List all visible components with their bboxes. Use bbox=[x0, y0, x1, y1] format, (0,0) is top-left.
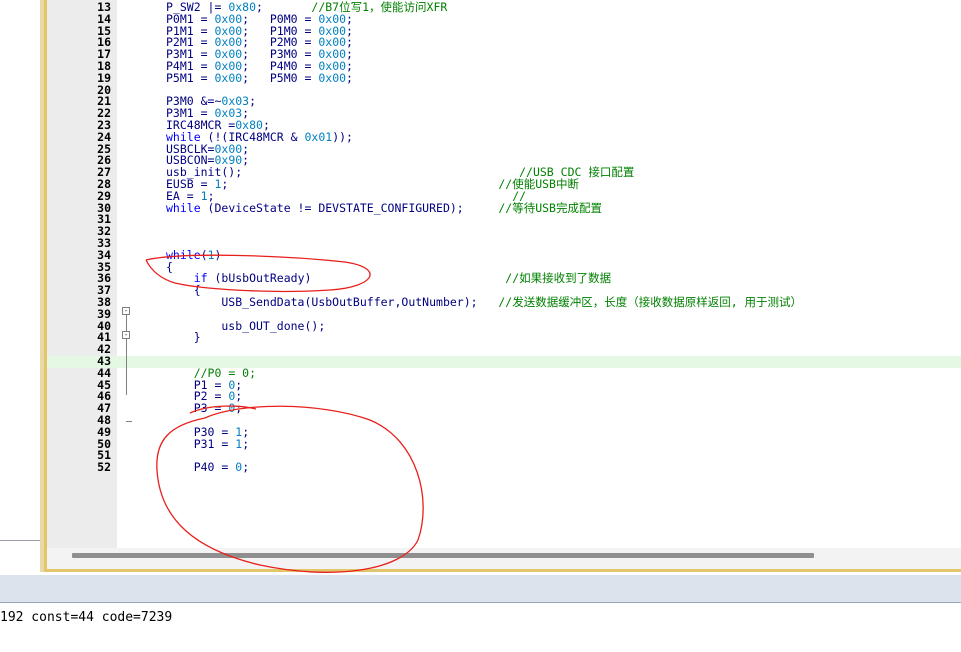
code-text: if (bUsbOutReady) //如果接收到了数据 bbox=[166, 271, 612, 286]
code-keyword: while bbox=[166, 200, 201, 215]
output-window-header bbox=[0, 575, 961, 603]
code-comment: //如果接收到了数据 bbox=[505, 271, 612, 286]
fold-guide bbox=[126, 315, 127, 395]
code-token: ; bbox=[242, 460, 250, 475]
build-output-text: 192 const=44 code=7239 bbox=[0, 610, 173, 625]
code-text: P5M1 = 0x00; P5M0 = 0x00; bbox=[166, 70, 353, 85]
code-token: P40 = bbox=[166, 460, 236, 475]
fold-collapse-icon[interactable]: - bbox=[122, 331, 130, 339]
code-token: ; bbox=[242, 436, 250, 451]
horizontal-scrollbar[interactable] bbox=[47, 548, 961, 569]
build-output-panel: 192 const=44 code=7239 bbox=[0, 603, 961, 652]
code-number: 0x01 bbox=[304, 129, 333, 144]
code-line[interactable]: 47 P3 = 0; bbox=[47, 401, 961, 416]
code-line[interactable]: 41 } bbox=[47, 330, 961, 345]
code-line[interactable]: 52 P40 = 0; bbox=[47, 460, 961, 475]
line-number: 52 bbox=[97, 460, 111, 475]
code-text: while(1) bbox=[166, 247, 222, 262]
code-number: 0x00 bbox=[214, 70, 243, 85]
code-token: } bbox=[166, 330, 201, 345]
code-line[interactable]: 30 while (DeviceState != DEVSTATE_CONFIGU… bbox=[47, 200, 961, 215]
code-text: P3 = 0; bbox=[166, 401, 243, 416]
code-text: P40 = 0; bbox=[166, 460, 250, 475]
code-token: P3 = bbox=[166, 401, 229, 416]
code-line[interactable]: 50 P31 = 1; bbox=[47, 436, 961, 451]
code-comment: //发送数据缓冲区，长度（接收数据原样返回, 用于测试） bbox=[498, 295, 803, 309]
code-line[interactable]: 31 bbox=[47, 214, 961, 226]
fold-collapse-icon[interactable]: - bbox=[122, 307, 130, 315]
panel-divider bbox=[0, 540, 40, 541]
code-text: } bbox=[166, 330, 201, 345]
code-text: USB_SendData(UsbOutBuffer,OutNumber); //… bbox=[166, 295, 803, 309]
code-token: ; P5M0 = bbox=[242, 70, 319, 85]
code-token: ; bbox=[346, 70, 353, 85]
code-text: while (DeviceState != DEVSTATE_CONFIGURE… bbox=[166, 200, 602, 215]
code-token: ; bbox=[235, 401, 243, 416]
code-token: USB_SendData(UsbOutBuffer,OutNumber); bbox=[166, 295, 499, 309]
code-line[interactable]: 19 P5M1 = 0x00; P5M0 = 0x00; bbox=[47, 70, 961, 85]
code-token: ( bbox=[200, 247, 208, 262]
code-token: P31 = bbox=[166, 436, 236, 451]
code-comment: //等待USB完成配置 bbox=[498, 200, 602, 215]
code-token: P5M1 = bbox=[166, 70, 215, 85]
code-token: ) bbox=[214, 247, 222, 262]
project-panel bbox=[0, 0, 40, 572]
scrollbar-thumb[interactable] bbox=[72, 553, 814, 558]
code-line[interactable]: 34 while(1) bbox=[47, 247, 961, 262]
code-number: 1 bbox=[207, 247, 215, 262]
code-text: P31 = 1; bbox=[166, 436, 250, 451]
code-token: ; bbox=[249, 94, 257, 109]
fold-end-marker bbox=[126, 421, 132, 422]
code-token: (bUsbOutReady) bbox=[207, 271, 506, 286]
code-line[interactable]: 32 bbox=[47, 225, 961, 238]
code-token: (DeviceState != DEVSTATE_CONFIGURED); bbox=[200, 200, 499, 215]
code-token: )); bbox=[332, 129, 353, 144]
code-line[interactable]: 42 bbox=[47, 343, 961, 356]
code-line[interactable]: 38 USB_SendData(UsbOutBuffer,OutNumber);… bbox=[47, 295, 961, 309]
code-number: 0x00 bbox=[318, 70, 347, 85]
